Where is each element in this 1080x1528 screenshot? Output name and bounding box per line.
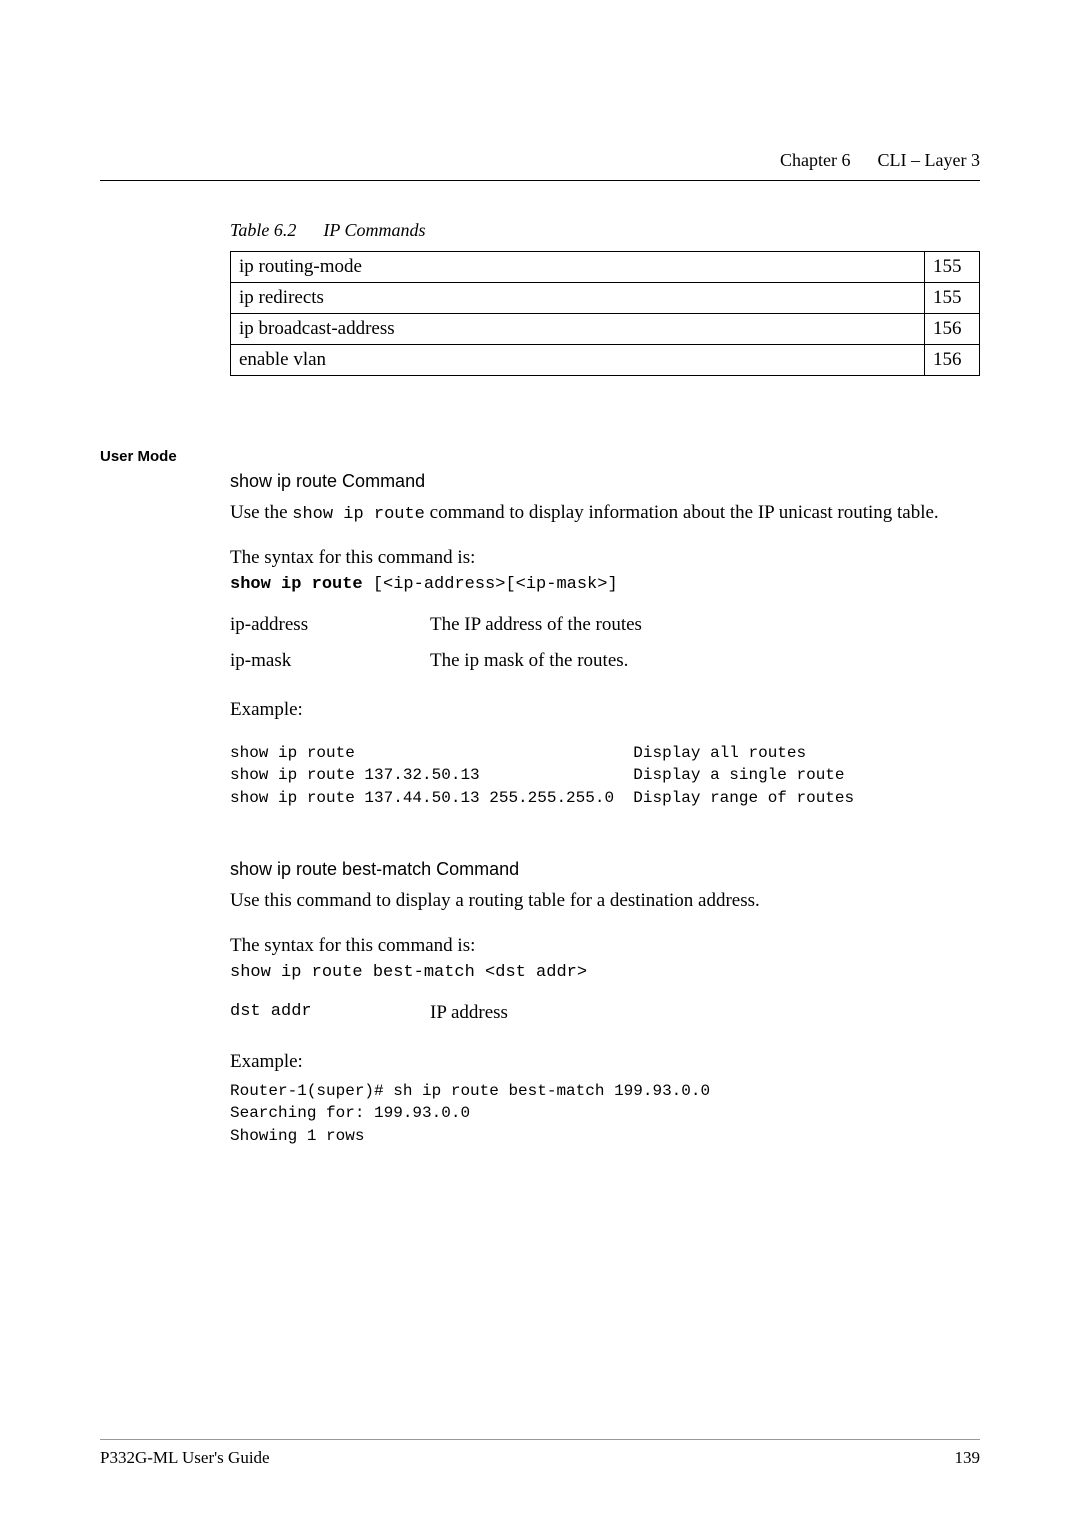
- example-block: Router-1(super)# sh ip route best-match …: [230, 1080, 980, 1147]
- param-desc: The IP address of the routes: [430, 614, 642, 636]
- page-cell: 156: [925, 314, 980, 345]
- command-heading: show ip route best-match Command: [230, 859, 980, 880]
- syntax-intro: The syntax for this command is:: [230, 933, 980, 960]
- example-block: show ip route Display all routes show ip…: [230, 742, 980, 809]
- syntax-line: show ip route best-match <dst addr>: [230, 963, 980, 982]
- command-description: Use the show ip route command to display…: [230, 500, 980, 527]
- param-desc: The ip mask of the routes.: [430, 650, 628, 672]
- command-heading: show ip route Command: [230, 471, 980, 492]
- page-cell: 155: [925, 283, 980, 314]
- example-label: Example:: [230, 1049, 980, 1076]
- example-label: Example:: [230, 697, 980, 724]
- commands-table: ip routing-mode 155 ip redirects 155 ip …: [230, 251, 980, 376]
- chapter-title: CLI – Layer 3: [878, 150, 980, 170]
- page-cell: 156: [925, 345, 980, 376]
- page-cell: 155: [925, 252, 980, 283]
- table-caption: Table 6.2 IP Commands: [230, 220, 980, 241]
- param-table: ip-address The IP address of the routes …: [230, 614, 980, 672]
- table-row: enable vlan 156: [231, 345, 980, 376]
- footer-left: P332G-ML User's Guide: [100, 1448, 270, 1468]
- table-row: ip routing-mode 155: [231, 252, 980, 283]
- chapter-number: Chapter 6: [780, 150, 850, 170]
- param-name: dst addr: [230, 1002, 430, 1024]
- section-label: User Mode: [100, 448, 177, 465]
- table-caption-title: IP Commands: [323, 220, 425, 240]
- syntax-line: show ip route [<ip-address>[<ip-mask>]: [230, 575, 980, 594]
- table-row: ip redirects 155: [231, 283, 980, 314]
- chapter-header: Chapter 6 CLI – Layer 3: [780, 150, 980, 171]
- param-row: dst addr IP address: [230, 1002, 980, 1024]
- command-cell: enable vlan: [231, 345, 925, 376]
- page-footer: P332G-ML User's Guide 139: [100, 1439, 980, 1468]
- param-row: ip-address The IP address of the routes: [230, 614, 980, 636]
- footer-page-number: 139: [955, 1448, 981, 1468]
- header-rule: [100, 180, 980, 181]
- param-name: ip-mask: [230, 650, 430, 672]
- param-name: ip-address: [230, 614, 430, 636]
- param-table: dst addr IP address: [230, 1002, 980, 1024]
- command-cell: ip routing-mode: [231, 252, 925, 283]
- command-cell: ip redirects: [231, 283, 925, 314]
- command-description: Use this command to display a routing ta…: [230, 888, 980, 915]
- param-desc: IP address: [430, 1002, 508, 1024]
- param-row: ip-mask The ip mask of the routes.: [230, 650, 980, 672]
- command-cell: ip broadcast-address: [231, 314, 925, 345]
- table-row: ip broadcast-address 156: [231, 314, 980, 345]
- table-caption-prefix: Table 6.2: [230, 220, 296, 240]
- syntax-intro: The syntax for this command is:: [230, 545, 980, 572]
